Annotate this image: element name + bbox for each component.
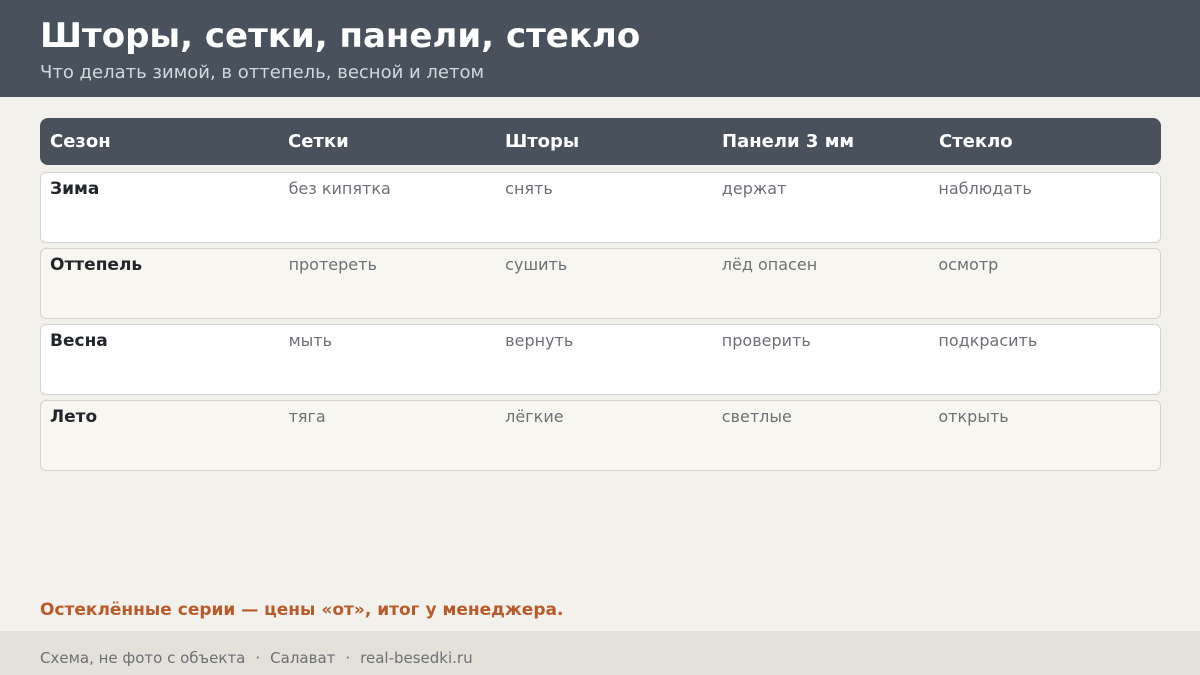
cell-nets: тяга	[288, 407, 326, 426]
row-season: Лето	[50, 407, 98, 427]
footer-caption: Схема, не фото с объекта	[40, 648, 246, 667]
table-row-winter: Зима без кипятка снять держат наблюдать	[40, 172, 1161, 243]
cell-nets: мыть	[288, 331, 333, 350]
cell-panels: светлые	[721, 407, 792, 426]
table-header: Сезон Сетки Шторы Панели 3 мм Стекло	[40, 118, 1161, 165]
row-season: Оттепель	[50, 255, 143, 275]
row-season: Весна	[50, 331, 108, 351]
table-row-spring: Весна мыть вернуть проверить подкрасить	[40, 324, 1161, 395]
cell-panels: проверить	[721, 331, 811, 350]
page-title: Шторы, сетки, панели, стекло	[40, 16, 641, 56]
cell-glass: открыть	[938, 407, 1009, 426]
page-subtitle: Что делать зимой, в оттепель, весной и л…	[40, 62, 485, 83]
cell-glass: наблюдать	[938, 179, 1032, 198]
page-footer: Схема, не фото с объекта · Салават · rea…	[0, 631, 1200, 675]
table-row-summer: Лето тяга лёгкие светлые открыть	[40, 400, 1161, 471]
cell-glass: осмотр	[938, 255, 999, 274]
cell-curtains: снять	[505, 179, 553, 198]
cell-panels: лёд опасен	[721, 255, 818, 274]
column-header-glass: Стекло	[939, 131, 1013, 152]
footer-city: Салават	[270, 648, 336, 667]
row-season: Зима	[50, 179, 100, 199]
cell-curtains: лёгкие	[505, 407, 564, 426]
footer-site-link[interactable]: real-besedki.ru	[360, 649, 472, 667]
cell-nets: без кипятка	[288, 179, 391, 198]
column-header-curtains: Шторы	[505, 131, 580, 152]
cell-nets: протереть	[288, 255, 377, 274]
pricing-note: Остеклённые серии — цены «от», итог у ме…	[40, 600, 564, 620]
column-header-season: Сезон	[50, 131, 111, 152]
column-header-nets: Сетки	[288, 131, 349, 152]
cell-curtains: сушить	[505, 255, 568, 274]
footer-separator: ·	[255, 648, 261, 667]
cell-curtains: вернуть	[505, 331, 574, 350]
cell-glass: подкрасить	[938, 331, 1038, 350]
page-header: Шторы, сетки, панели, стекло Что делать …	[0, 0, 1200, 97]
table-row-thaw: Оттепель протереть сушить лёд опасен осм…	[40, 248, 1161, 319]
footer-separator: ·	[345, 648, 351, 667]
cell-panels: держат	[721, 179, 787, 198]
column-header-panels: Панели 3 мм	[722, 131, 855, 152]
